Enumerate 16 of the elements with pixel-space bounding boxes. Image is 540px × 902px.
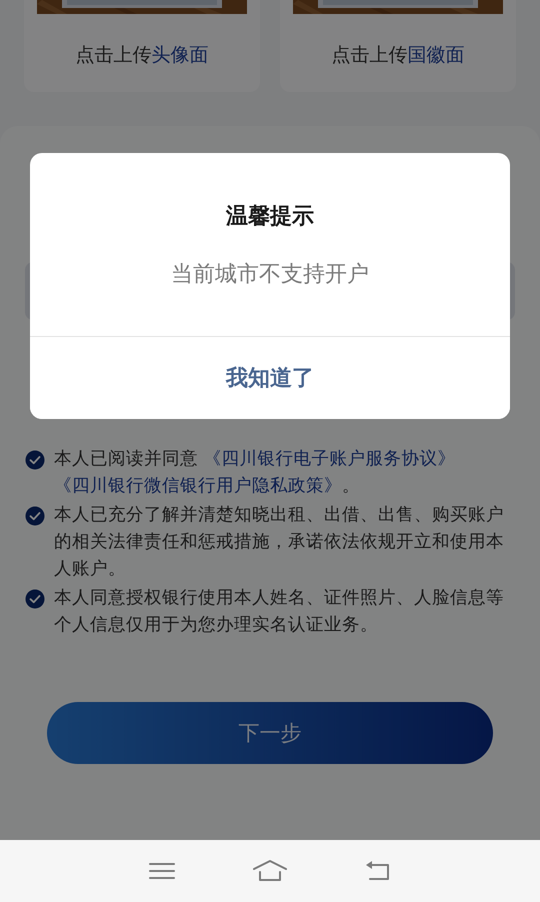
next-button[interactable]: 下一步 [47,702,493,764]
agreement-link[interactable]: 《四川银行电子账户服务协议》 [204,449,456,469]
agreement-link[interactable]: 《四川银行微信银行用户隐私政策》 [54,476,342,496]
checked-checkbox-icon[interactable] [25,506,45,526]
home-icon[interactable] [252,859,288,883]
upload-label[interactable]: 点击上传国徽面 [332,42,464,68]
agreement-text: 本人已阅读并同意 《四川银行电子账户服务协议》 《四川银行微信银行用户隐私政策》。 [54,448,457,498]
checked-checkbox-icon[interactable] [25,450,45,470]
upload-card[interactable]: 点击上传国徽面 [280,0,516,92]
checked-checkbox-icon[interactable] [25,589,45,609]
upload-card[interactable]: 点击上传头像面 [24,0,260,92]
agreement-text: 本人已充分了解并清楚知晓出租、出借、出售、购买账户的相关法律责任和惩戒措施，承诺依法依规开立和使用本人账户。 [54,504,505,581]
upload-label[interactable]: 点击上传头像面 [76,42,208,68]
agreement-text: 本人同意授权银行使用本人姓名、证件照片、人脸信息等个人信息仅用于为您办理实名认证业务。 [54,587,505,637]
dialog-message: 当前城市不支持开户 [171,261,369,289]
dialog-title: 温馨提示 [226,203,314,231]
